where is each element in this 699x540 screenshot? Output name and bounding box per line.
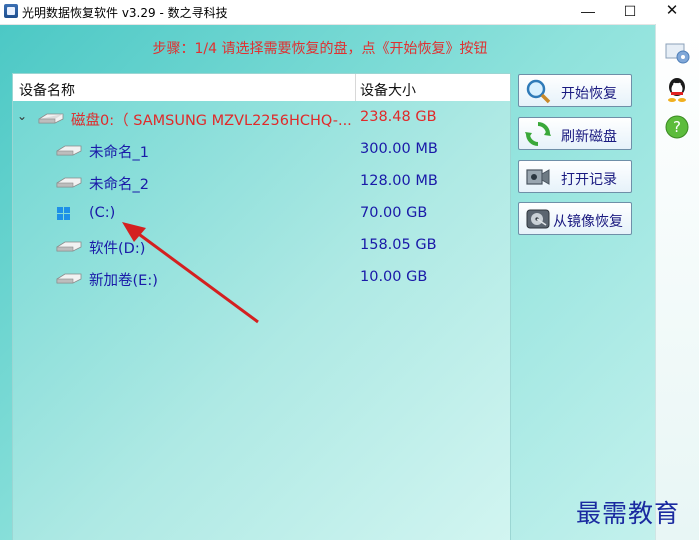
restore-from-image-button[interactable]: 从镜像恢复: [518, 202, 632, 235]
open-log-label: 打开记录: [561, 172, 617, 188]
help-icon[interactable]: ?: [663, 113, 691, 141]
step-instruction: 步骤：1/4 请选择需要恢复的盘，点《开始恢复》按钮: [152, 41, 488, 57]
refresh-icon: [525, 122, 551, 146]
start-recovery-label: 开始恢复: [561, 86, 617, 102]
partition-size: 158.05 GB: [360, 237, 437, 253]
partition-name: 未命名_1: [89, 145, 149, 161]
partition-size: 300.00 MB: [360, 141, 438, 157]
refresh-disk-label: 刷新磁盘: [561, 129, 617, 145]
start-recovery-button[interactable]: 开始恢复: [518, 74, 632, 107]
partition-name: 软件(D:): [89, 241, 146, 257]
partition-size: 128.00 MB: [360, 173, 438, 189]
windows-logo-icon: [57, 207, 71, 221]
watermark-text: 最需教育: [576, 499, 681, 528]
partition-size: 10.00 GB: [360, 269, 428, 285]
settings-icon[interactable]: [663, 38, 691, 66]
column-header-size[interactable]: 设备大小: [360, 80, 416, 100]
app-icon: [4, 4, 18, 18]
drive-icon: [56, 177, 82, 188]
qq-icon[interactable]: [663, 75, 691, 103]
app-window: 光明数据恢复软件 v3.29 - 数之寻科技 — ☐ ✕ 步骤：1/4 请选择需…: [0, 0, 699, 540]
column-header-name[interactable]: 设备名称: [19, 80, 75, 100]
camcorder-icon: [526, 169, 550, 185]
title-bar[interactable]: 光明数据恢复软件 v3.29 - 数之寻科技 — ☐ ✕: [0, 0, 699, 25]
minimize-button[interactable]: —: [567, 0, 609, 24]
refresh-disk-button[interactable]: 刷新磁盘: [518, 117, 632, 150]
partition-size: 70.00 GB: [360, 205, 428, 221]
device-list[interactable]: 设备名称 设备大小 ⌄ 磁盘0:（ SAMSUNG MZVL2256HCHQ-.…: [12, 73, 511, 540]
expand-chevron-icon[interactable]: ⌄: [17, 109, 27, 123]
maximize-button[interactable]: ☐: [609, 0, 651, 24]
disk-drive-icon: [38, 113, 64, 124]
partition-name: 新加卷(E:): [89, 273, 158, 289]
partition-row[interactable]: 未命名_1 300.00 MB: [13, 137, 510, 163]
restore-from-image-label: 从镜像恢复: [553, 214, 623, 230]
right-sidebar: ?: [655, 24, 699, 540]
open-log-button[interactable]: 打开记录: [518, 160, 632, 193]
magnifier-icon: [526, 79, 551, 104]
hard-disk-icon: [526, 209, 550, 229]
partition-row[interactable]: 新加卷(E:) 10.00 GB: [13, 265, 510, 291]
disk-size: 238.48 GB: [360, 109, 437, 125]
window-title: 光明数据恢复软件 v3.29 - 数之寻科技: [22, 6, 228, 20]
column-divider[interactable]: [355, 74, 356, 101]
partition-name: (C:): [89, 205, 116, 221]
close-button[interactable]: ✕: [651, 0, 693, 24]
disk-name: 磁盘0:（ SAMSUNG MZVL2256HCHQ-...: [71, 113, 352, 129]
partition-name: 未命名_2: [89, 177, 149, 193]
partition-row[interactable]: 软件(D:) 158.05 GB: [13, 233, 510, 259]
disk-row[interactable]: ⌄ 磁盘0:（ SAMSUNG MZVL2256HCHQ-... 238.48 …: [13, 105, 510, 131]
device-list-header: 设备名称 设备大小: [13, 74, 510, 101]
drive-icon: [56, 273, 82, 284]
partition-row[interactable]: 未命名_2 128.00 MB: [13, 169, 510, 195]
drive-icon: [56, 241, 82, 252]
svg-text:?: ?: [673, 118, 681, 136]
partition-row[interactable]: (C:) 70.00 GB: [13, 201, 510, 227]
drive-icon: [56, 145, 82, 156]
